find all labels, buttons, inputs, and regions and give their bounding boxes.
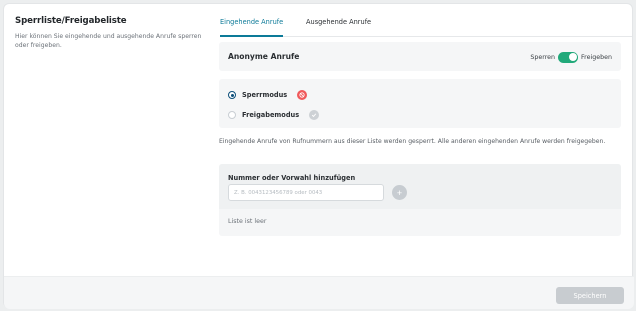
tab-bar: Eingehende Anrufe Ausgehende Anrufe [220, 12, 632, 37]
section-description: Hier können Sie eingehende und ausgehend… [15, 33, 202, 49]
section-intro: Sperrliste/Freigabeliste Hier können Sie… [15, 16, 205, 50]
toggle-block-label: Sperren [530, 53, 556, 61]
save-button[interactable]: Speichern [556, 287, 624, 304]
add-number-button[interactable]: + [392, 185, 407, 200]
anonymous-calls-label: Anonyme Anrufe [228, 52, 300, 61]
mode-option-allow[interactable]: Freigabemodus [228, 110, 320, 120]
tab-incoming-calls[interactable]: Eingehende Anrufe [220, 18, 284, 37]
add-number-header: Nummer oder Vorwahl hinzufügen + [219, 164, 621, 209]
settings-card: Sperrliste/Freigabeliste Hier können Sie… [3, 3, 634, 309]
anonymous-calls-panel: Anonyme Anrufe Sperren Freigeben [219, 42, 621, 71]
block-icon [297, 90, 308, 100]
mode-option-block[interactable]: Sperrmodus [228, 90, 308, 100]
mode-selection-panel: Sperrmodus Freigabemodus [219, 79, 621, 128]
toggle-allow-label: Freigeben [581, 53, 612, 61]
mode-info-text: Eingehende Anrufe von Rufnummern aus die… [219, 138, 606, 145]
allow-mode-radio[interactable] [228, 111, 236, 119]
anonymous-calls-toggle[interactable] [558, 51, 579, 63]
number-input[interactable] [228, 184, 384, 201]
add-number-label: Nummer oder Vorwahl hinzufügen [228, 174, 356, 182]
plus-icon: + [396, 187, 403, 198]
tab-outgoing-calls[interactable]: Ausgehende Anrufe [306, 18, 371, 36]
add-number-panel: Nummer oder Vorwahl hinzufügen + Liste i… [219, 164, 621, 236]
section-title: Sperrliste/Freigabeliste [15, 16, 127, 26]
allow-mode-label: Freigabemodus [242, 111, 300, 119]
block-mode-radio[interactable] [228, 91, 236, 99]
toggle-knob [568, 53, 577, 61]
block-mode-label: Sperrmodus [242, 91, 288, 99]
anonymous-calls-toggle-group: Sperren Freigeben [530, 51, 612, 63]
footer-bar: Speichern [4, 276, 634, 309]
check-icon [309, 110, 320, 120]
list-empty-text: Liste ist leer [228, 218, 267, 225]
